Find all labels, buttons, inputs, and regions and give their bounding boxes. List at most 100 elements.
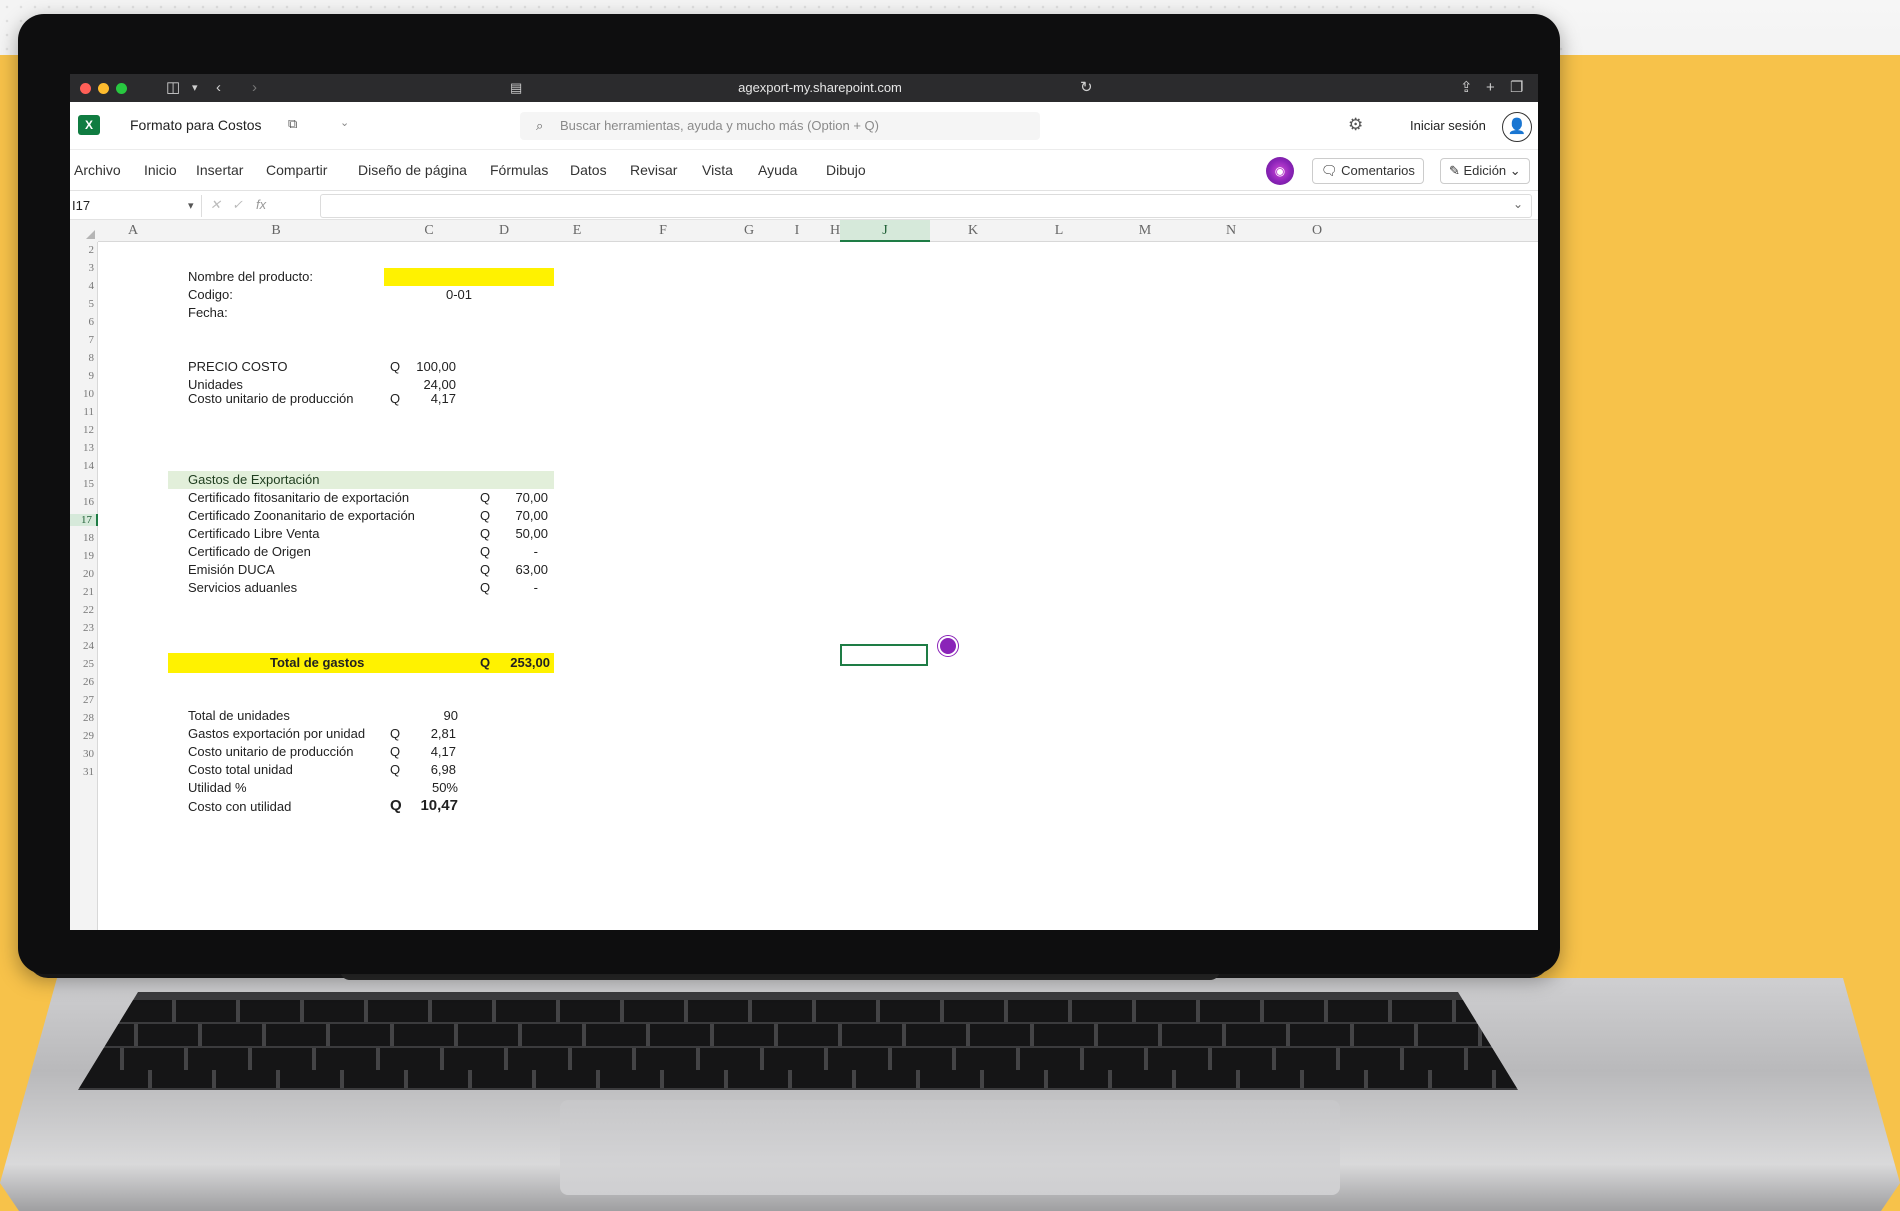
column-header-k[interactable]: K: [930, 220, 1016, 242]
row-header[interactable]: 17: [70, 514, 98, 526]
row-header[interactable]: 22: [70, 604, 94, 616]
row-header[interactable]: 25: [70, 658, 94, 670]
tab-ayuda[interactable]: Ayuda: [758, 162, 797, 178]
export-cost-value[interactable]: 70,00: [474, 508, 548, 524]
tab-formulas[interactable]: Fórmulas: [490, 162, 548, 178]
minimize-window-button[interactable]: [98, 83, 109, 94]
row-header[interactable]: 18: [70, 532, 94, 544]
tab-revisar[interactable]: Revisar: [630, 162, 677, 178]
row-header[interactable]: 5: [70, 298, 95, 310]
row-header[interactable]: 26: [70, 676, 94, 688]
row-header[interactable]: 29: [70, 730, 94, 742]
row-header[interactable]: 13: [70, 442, 94, 454]
editing-mode-button[interactable]: ✎ Edición ⌄: [1440, 158, 1530, 184]
row-header[interactable]: 7: [70, 334, 95, 346]
row-header[interactable]: 31: [70, 766, 94, 778]
tab-datos[interactable]: Datos: [570, 162, 607, 178]
row-header[interactable]: 2: [70, 244, 95, 256]
row-header[interactable]: 23: [70, 622, 94, 634]
summary-value[interactable]: 2,81: [384, 726, 456, 742]
export-cost-value[interactable]: -: [474, 544, 538, 560]
row-header[interactable]: 16: [70, 496, 94, 508]
row-header[interactable]: 19: [70, 550, 94, 562]
row-header[interactable]: 10: [70, 388, 94, 400]
export-cost-value[interactable]: -: [474, 580, 538, 596]
row-header[interactable]: 30: [70, 748, 94, 760]
zoom-window-button[interactable]: [116, 83, 127, 94]
share-icon[interactable]: ⇪: [1460, 79, 1473, 97]
close-window-button[interactable]: [80, 83, 91, 94]
privacy-report-icon[interactable]: ▤: [510, 79, 522, 97]
login-link[interactable]: Iniciar sesión: [1410, 118, 1486, 133]
export-cost-value[interactable]: 50,00: [474, 526, 548, 542]
total-costs-value[interactable]: 253,00: [474, 655, 550, 671]
formula-input[interactable]: ⌄: [320, 194, 1532, 218]
export-cost-value[interactable]: 70,00: [474, 490, 548, 506]
search-input[interactable]: ⌕ Buscar herramientas, ayuda y mucho más…: [520, 112, 1040, 140]
column-header-e[interactable]: E: [534, 220, 620, 242]
product-name-cell[interactable]: [384, 268, 554, 286]
insert-function-button[interactable]: fx: [256, 197, 266, 212]
row-header[interactable]: 4: [70, 280, 95, 292]
row-header[interactable]: 27: [70, 694, 94, 706]
column-header-f[interactable]: F: [620, 220, 706, 242]
sidebar-icon[interactable]: ◫: [166, 79, 180, 97]
row-header[interactable]: 3: [70, 262, 95, 274]
row-header[interactable]: 8: [70, 352, 95, 364]
row-header[interactable]: 21: [70, 586, 94, 598]
name-box[interactable]: I17 ▾: [70, 195, 202, 217]
row-header[interactable]: 24: [70, 640, 94, 652]
row-header[interactable]: 20: [70, 568, 94, 580]
expand-formula-icon[interactable]: ⌄: [1513, 197, 1523, 211]
row-header[interactable]: 12: [70, 424, 94, 436]
cancel-icon[interactable]: ✕: [210, 197, 221, 213]
final-cost-value[interactable]: 10,47: [384, 798, 458, 814]
tab-overview-icon[interactable]: ❐: [1510, 79, 1523, 97]
column-header-o[interactable]: O: [1274, 220, 1360, 242]
title-chevron-icon[interactable]: ⌄: [340, 116, 349, 129]
tab-inicio[interactable]: Inicio: [144, 162, 177, 178]
copilot-icon[interactable]: ◉: [1266, 157, 1294, 185]
summary-value[interactable]: 50%: [384, 780, 458, 796]
tab-insertar[interactable]: Insertar: [196, 162, 243, 178]
unit-cost-value[interactable]: 4,17: [384, 391, 456, 407]
tab-diseno-de-pagina[interactable]: Diseño de página: [358, 162, 467, 178]
tab-dibujo[interactable]: Dibujo: [826, 162, 866, 178]
confirm-icon[interactable]: ✓: [232, 197, 243, 213]
column-header-a[interactable]: A: [98, 220, 168, 242]
column-header-c[interactable]: C: [384, 220, 474, 242]
forward-icon[interactable]: ›: [252, 79, 257, 97]
spreadsheet-grid[interactable]: A B C D E F G H I J K L M N O 2 3 4 5 6 7 8 9 10…: [70, 220, 1538, 930]
cost-price-value[interactable]: 100,00: [384, 359, 456, 375]
column-header-l[interactable]: L: [1016, 220, 1102, 242]
address-bar[interactable]: agexport-my.sharepoint.com: [650, 80, 990, 95]
tab-archivo[interactable]: Archivo: [74, 162, 121, 178]
column-header-d[interactable]: D: [474, 220, 534, 242]
document-title[interactable]: Formato para Costos: [130, 117, 262, 133]
gear-icon[interactable]: ⚙: [1348, 115, 1363, 135]
row-header[interactable]: 28: [70, 712, 94, 724]
summary-value[interactable]: 4,17: [384, 744, 456, 760]
comments-button[interactable]: 🗨 Comentarios: [1312, 158, 1424, 184]
summary-value[interactable]: 6,98: [384, 762, 456, 778]
excel-logo-icon[interactable]: X: [78, 115, 100, 135]
reload-icon[interactable]: ↻: [1080, 79, 1093, 97]
column-header-m[interactable]: M: [1102, 220, 1188, 242]
active-cell-selection[interactable]: [840, 644, 928, 666]
row-header[interactable]: 9: [70, 370, 95, 382]
tab-compartir[interactable]: Compartir: [266, 162, 327, 178]
row-header[interactable]: 15: [70, 478, 94, 490]
column-header-i[interactable]: I: [754, 220, 840, 242]
new-tab-icon[interactable]: +: [1486, 79, 1495, 97]
row-header[interactable]: 6: [70, 316, 95, 328]
column-header-n[interactable]: N: [1188, 220, 1274, 242]
collaborator-presence-icon[interactable]: [938, 636, 958, 656]
user-icon[interactable]: 👤: [1502, 112, 1532, 142]
export-cost-value[interactable]: 63,00: [474, 562, 548, 578]
row-header[interactable]: 11: [70, 406, 94, 418]
summary-value[interactable]: 90: [384, 708, 458, 724]
column-header-b[interactable]: B: [168, 220, 384, 242]
column-header-j[interactable]: J: [840, 220, 930, 242]
chevron-down-icon[interactable]: ▾: [192, 79, 198, 97]
row-header[interactable]: 14: [70, 460, 94, 472]
